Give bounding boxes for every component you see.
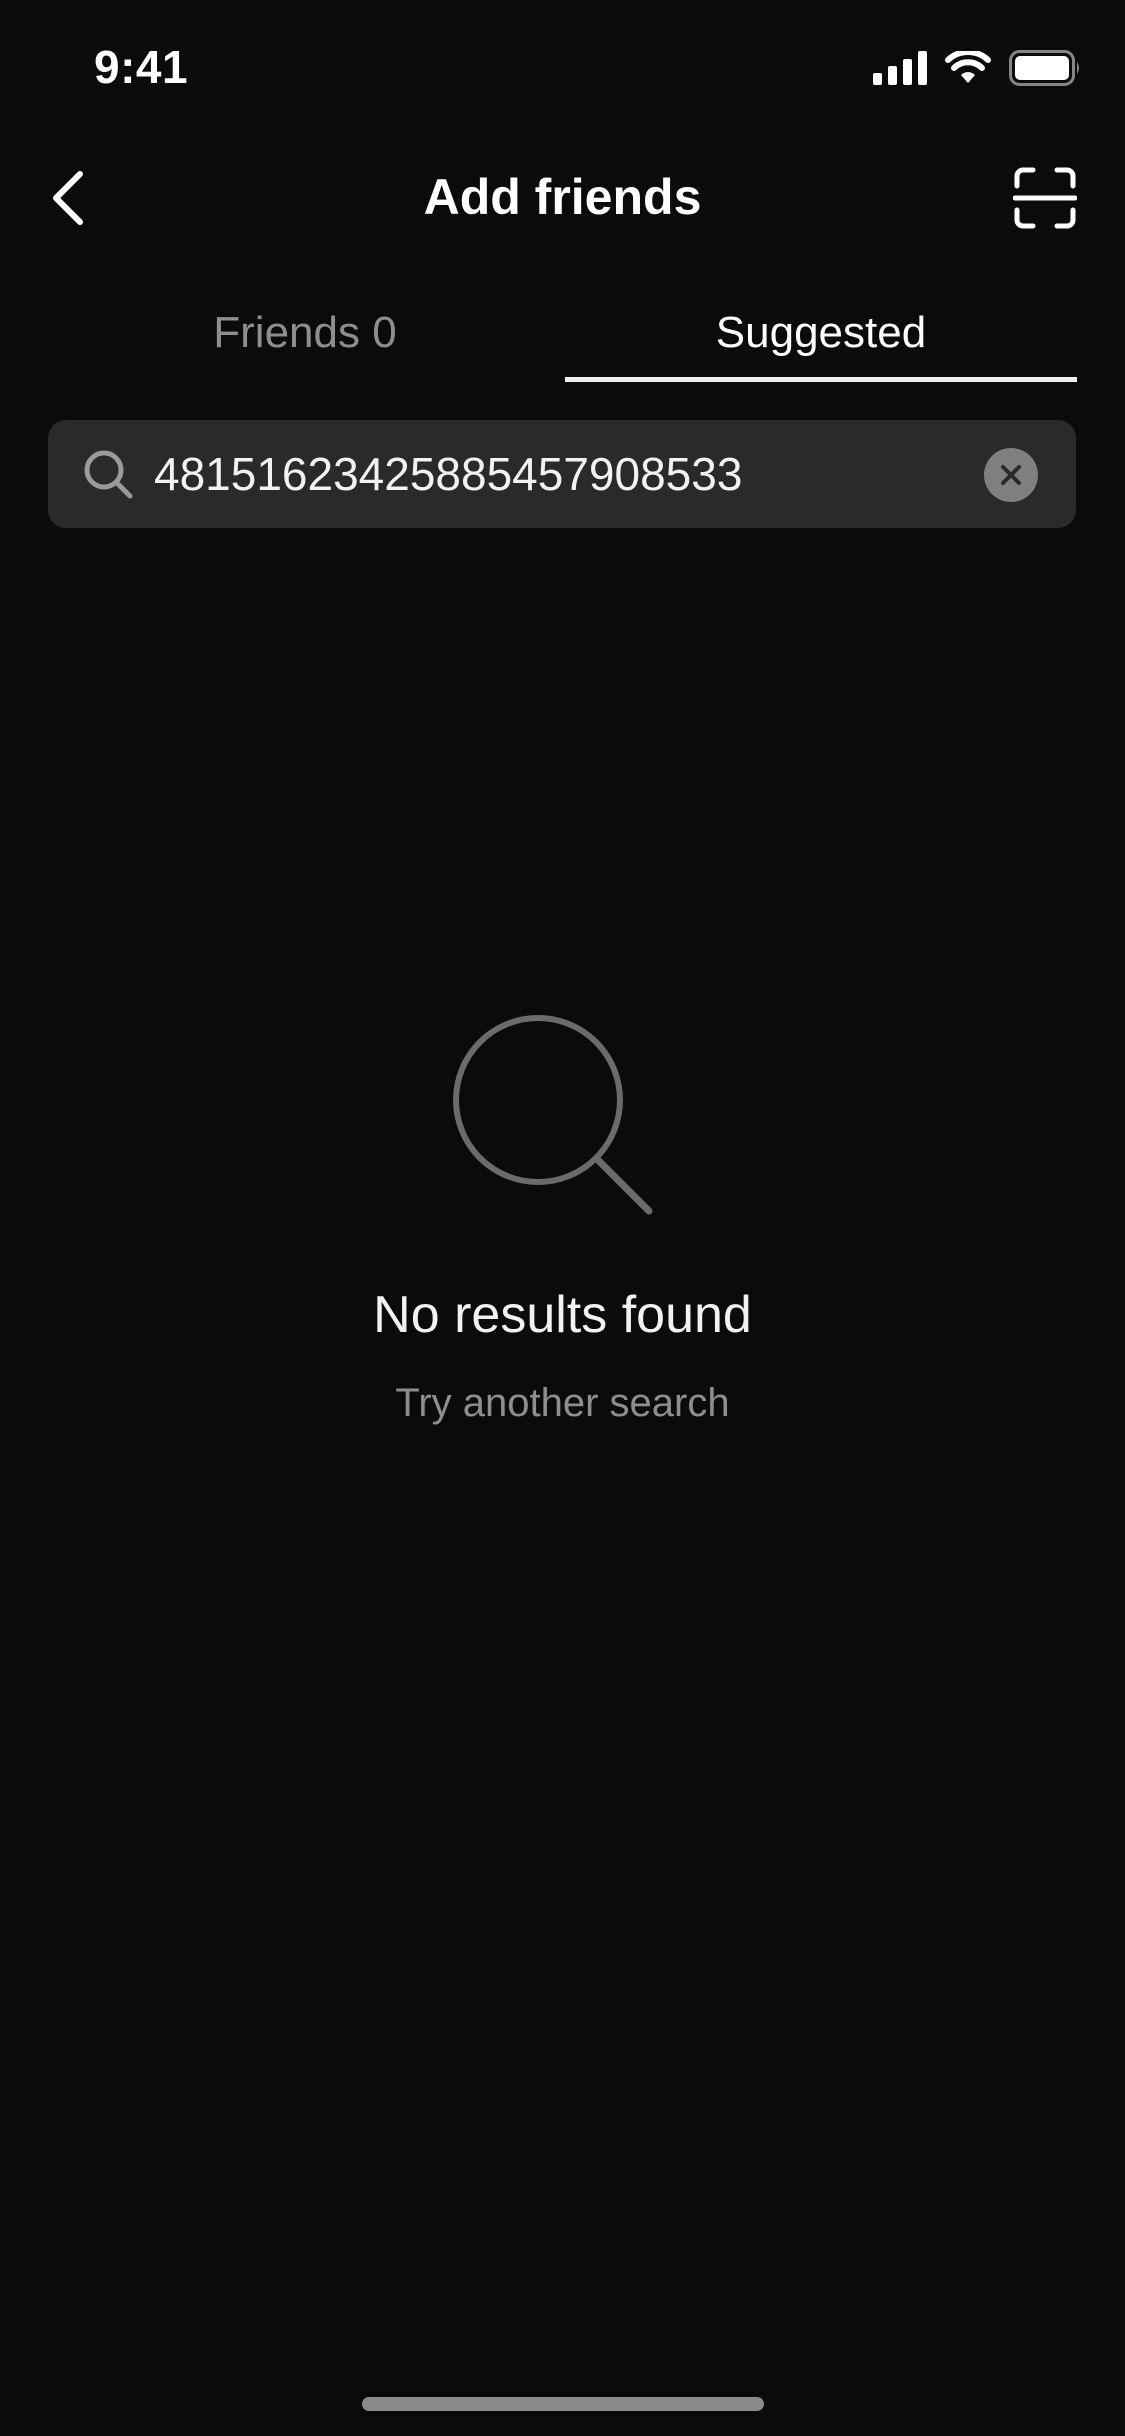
status-time: 9:41 — [94, 41, 189, 93]
search-bar — [48, 420, 1076, 528]
status-icons — [873, 50, 1081, 86]
tab-suggested[interactable]: Suggested — [565, 285, 1077, 381]
header: Add friends — [0, 150, 1125, 250]
tabs: Friends 0 Suggested — [0, 285, 1125, 385]
close-icon — [1001, 465, 1021, 485]
battery-icon — [1009, 50, 1079, 86]
empty-state: No results found Try another search — [0, 1005, 1125, 1426]
scan-button[interactable] — [1005, 158, 1085, 238]
tab-friends[interactable]: Friends 0 — [50, 285, 560, 381]
cellular-signal-icon — [873, 51, 927, 85]
empty-state-subtitle: Try another search — [395, 1381, 730, 1425]
status-bar: 9:41 — [0, 0, 1125, 140]
screen: 9:41 Add friends Friends 0 Suggested 481… — [0, 0, 1125, 2436]
empty-state-title: No results found — [373, 1286, 752, 1344]
magnifier-icon — [452, 1015, 652, 1215]
tab-selected-indicator — [565, 377, 1077, 382]
search-input[interactable] — [154, 434, 994, 514]
search-icon — [84, 450, 133, 499]
clear-search-button[interactable] — [984, 448, 1038, 502]
wifi-icon — [945, 51, 991, 83]
scan-icon — [1013, 167, 1077, 229]
home-indicator[interactable] — [362, 2397, 764, 2411]
page-title: Add friends — [423, 169, 702, 225]
